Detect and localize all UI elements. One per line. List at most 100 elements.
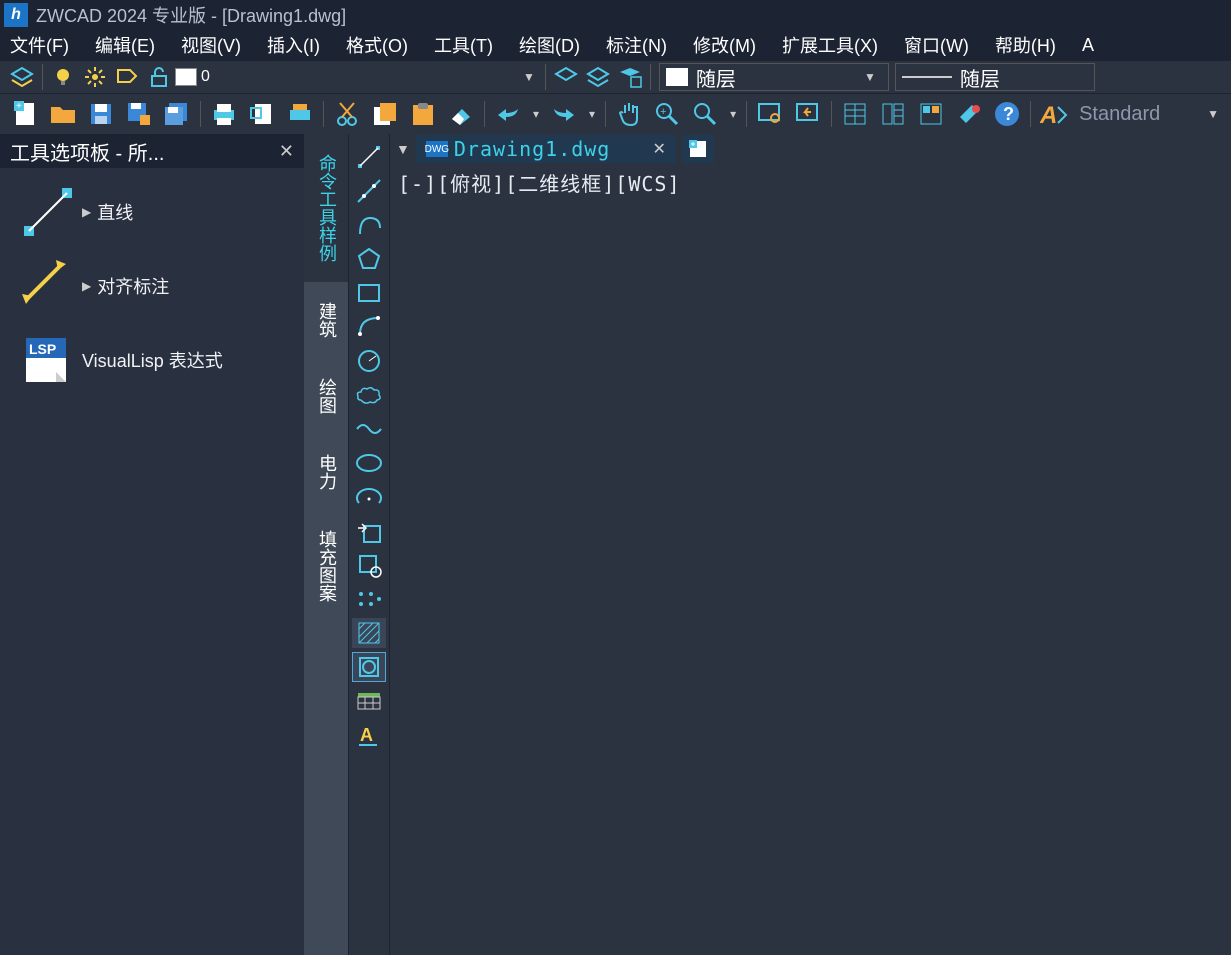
color-bylayer-select[interactable]: 随层 ▼ [659, 63, 889, 91]
dropdown-arrow-icon[interactable]: ▼ [1207, 107, 1219, 121]
separator-icon [650, 64, 651, 90]
draw-xline-icon[interactable] [352, 176, 386, 206]
draw-polygon-icon[interactable] [352, 244, 386, 274]
palette-header[interactable]: 工具选项板 - 所... ✕ [0, 134, 304, 168]
undo-dropdown-icon[interactable]: ▾ [533, 107, 539, 121]
zoom-realtime-icon[interactable]: + [651, 98, 683, 130]
draw-spline-icon[interactable] [352, 414, 386, 444]
linetype-select[interactable]: 随层 [895, 63, 1095, 91]
text-style-icon[interactable]: A [1038, 98, 1070, 130]
menu-modify[interactable]: 修改(M) [693, 32, 756, 58]
save-all-icon[interactable] [161, 98, 193, 130]
svg-text:+: + [16, 101, 22, 112]
design-center-icon[interactable] [877, 98, 909, 130]
pan-icon[interactable] [613, 98, 645, 130]
draw-ellipse-arc-icon[interactable] [352, 482, 386, 512]
menubar: 文件(F) 编辑(E) 视图(V) 插入(I) 格式(O) 工具(T) 绘图(D… [0, 30, 1231, 60]
close-icon[interactable]: ✕ [279, 141, 294, 162]
palette-item-aligned-dim[interactable]: ▶ 对齐标注 [6, 258, 298, 314]
aligned-dimension-icon [20, 258, 76, 314]
side-tab-architecture[interactable]: 建筑 [304, 282, 348, 358]
zoom-back-icon[interactable] [792, 98, 824, 130]
menu-file[interactable]: 文件(F) [10, 32, 69, 58]
label-icon[interactable] [113, 63, 141, 91]
menu-draw[interactable]: 绘图(D) [519, 32, 580, 58]
new-tab-button[interactable] [682, 135, 714, 163]
document-tab[interactable]: DWG Drawing1.dwg ✕ [416, 135, 676, 163]
redo-dropdown-icon[interactable]: ▾ [589, 107, 595, 121]
draw-circle-icon[interactable] [352, 346, 386, 376]
draw-hatch-icon[interactable] [352, 618, 386, 648]
help-icon[interactable]: ? [991, 98, 1023, 130]
viewport-labels[interactable]: [-][俯视][二维线框][WCS] [390, 164, 1231, 201]
new-file-icon[interactable]: + [9, 98, 41, 130]
side-tab-hatch[interactable]: 填充图案 [304, 510, 348, 622]
bulb-icon[interactable] [49, 63, 77, 91]
draw-polyline-icon[interactable] [352, 210, 386, 240]
svg-text:A: A [1040, 102, 1057, 127]
draw-line-icon[interactable] [352, 142, 386, 172]
draw-toolbar: A [348, 134, 390, 955]
draw-rectangle-icon[interactable] [352, 278, 386, 308]
cut-icon[interactable] [331, 98, 363, 130]
layer-prev-icon[interactable] [552, 63, 580, 91]
redo-icon[interactable] [548, 98, 580, 130]
zoom-window-icon[interactable] [689, 98, 721, 130]
layer-color-swatch[interactable] [175, 68, 197, 86]
draw-gradient-icon[interactable] [352, 652, 386, 682]
dropdown-arrow-icon[interactable]: ▼ [523, 70, 535, 84]
menu-window[interactable]: 窗口(W) [904, 32, 969, 58]
palette-item-line[interactable]: ▶ 直线 [6, 184, 298, 240]
save-as-icon[interactable] [123, 98, 155, 130]
draw-make-block-icon[interactable] [352, 550, 386, 580]
side-tab-electrical[interactable]: 电力 [304, 434, 348, 510]
draw-mtext-icon[interactable]: A [352, 720, 386, 750]
menu-view[interactable]: 视图(V) [181, 32, 241, 58]
menu-edit[interactable]: 编辑(E) [95, 32, 155, 58]
menu-dimension[interactable]: 标注(N) [606, 32, 667, 58]
open-file-icon[interactable] [47, 98, 79, 130]
copy-icon[interactable] [369, 98, 401, 130]
draw-revcloud-icon[interactable] [352, 380, 386, 410]
side-tab-drawing[interactable]: 绘图 [304, 358, 348, 434]
menu-tools[interactable]: 工具(T) [434, 32, 493, 58]
menu-overflow[interactable]: A [1082, 35, 1094, 56]
print-preview-icon[interactable] [246, 98, 278, 130]
menu-insert[interactable]: 插入(I) [267, 32, 320, 58]
side-tab-command-samples[interactable]: 命令工具样例 [304, 134, 348, 282]
palette-item-visuallisp[interactable]: LSP VisualLisp 表达式 [6, 332, 298, 388]
draw-ellipse-icon[interactable] [352, 448, 386, 478]
close-tab-icon[interactable]: ✕ [652, 139, 665, 159]
draw-insert-block-icon[interactable] [352, 516, 386, 546]
app-logo-icon: h [4, 3, 28, 27]
zoom-dropdown-icon[interactable]: ▾ [730, 107, 736, 121]
zoom-prev-icon[interactable] [754, 98, 786, 130]
tool-palette: 工具选项板 - 所... ✕ ▶ 直线 ▶ 对齐标注 LSP VisualLis… [0, 134, 304, 955]
menu-extended[interactable]: 扩展工具(X) [782, 32, 878, 58]
draw-arc-icon[interactable] [352, 312, 386, 342]
paste-icon[interactable] [407, 98, 439, 130]
svg-text:+: + [660, 106, 666, 118]
calculator-icon[interactable] [953, 98, 985, 130]
tool-palette-icon[interactable] [915, 98, 947, 130]
print-icon[interactable] [208, 98, 240, 130]
menu-format[interactable]: 格式(O) [346, 32, 408, 58]
layer-walk-icon[interactable] [616, 63, 644, 91]
svg-text:LSP: LSP [29, 341, 56, 357]
undo-icon[interactable] [492, 98, 524, 130]
layer-state-icon[interactable] [584, 63, 612, 91]
layer-manager-icon[interactable] [8, 63, 36, 91]
draw-point-icon[interactable] [352, 584, 386, 614]
freeze-icon[interactable] [81, 63, 109, 91]
menu-help[interactable]: 帮助(H) [995, 32, 1056, 58]
tab-menu-icon[interactable]: ▼ [396, 141, 410, 157]
layer-select[interactable] [197, 64, 517, 90]
text-style-select[interactable]: Standard [1079, 103, 1201, 126]
save-icon[interactable] [85, 98, 117, 130]
publish-icon[interactable] [284, 98, 316, 130]
lock-icon[interactable] [145, 63, 173, 91]
properties-panel-icon[interactable] [839, 98, 871, 130]
drawing-canvas[interactable] [390, 201, 1231, 955]
draw-table-icon[interactable] [352, 686, 386, 716]
eraser-icon[interactable] [445, 98, 477, 130]
